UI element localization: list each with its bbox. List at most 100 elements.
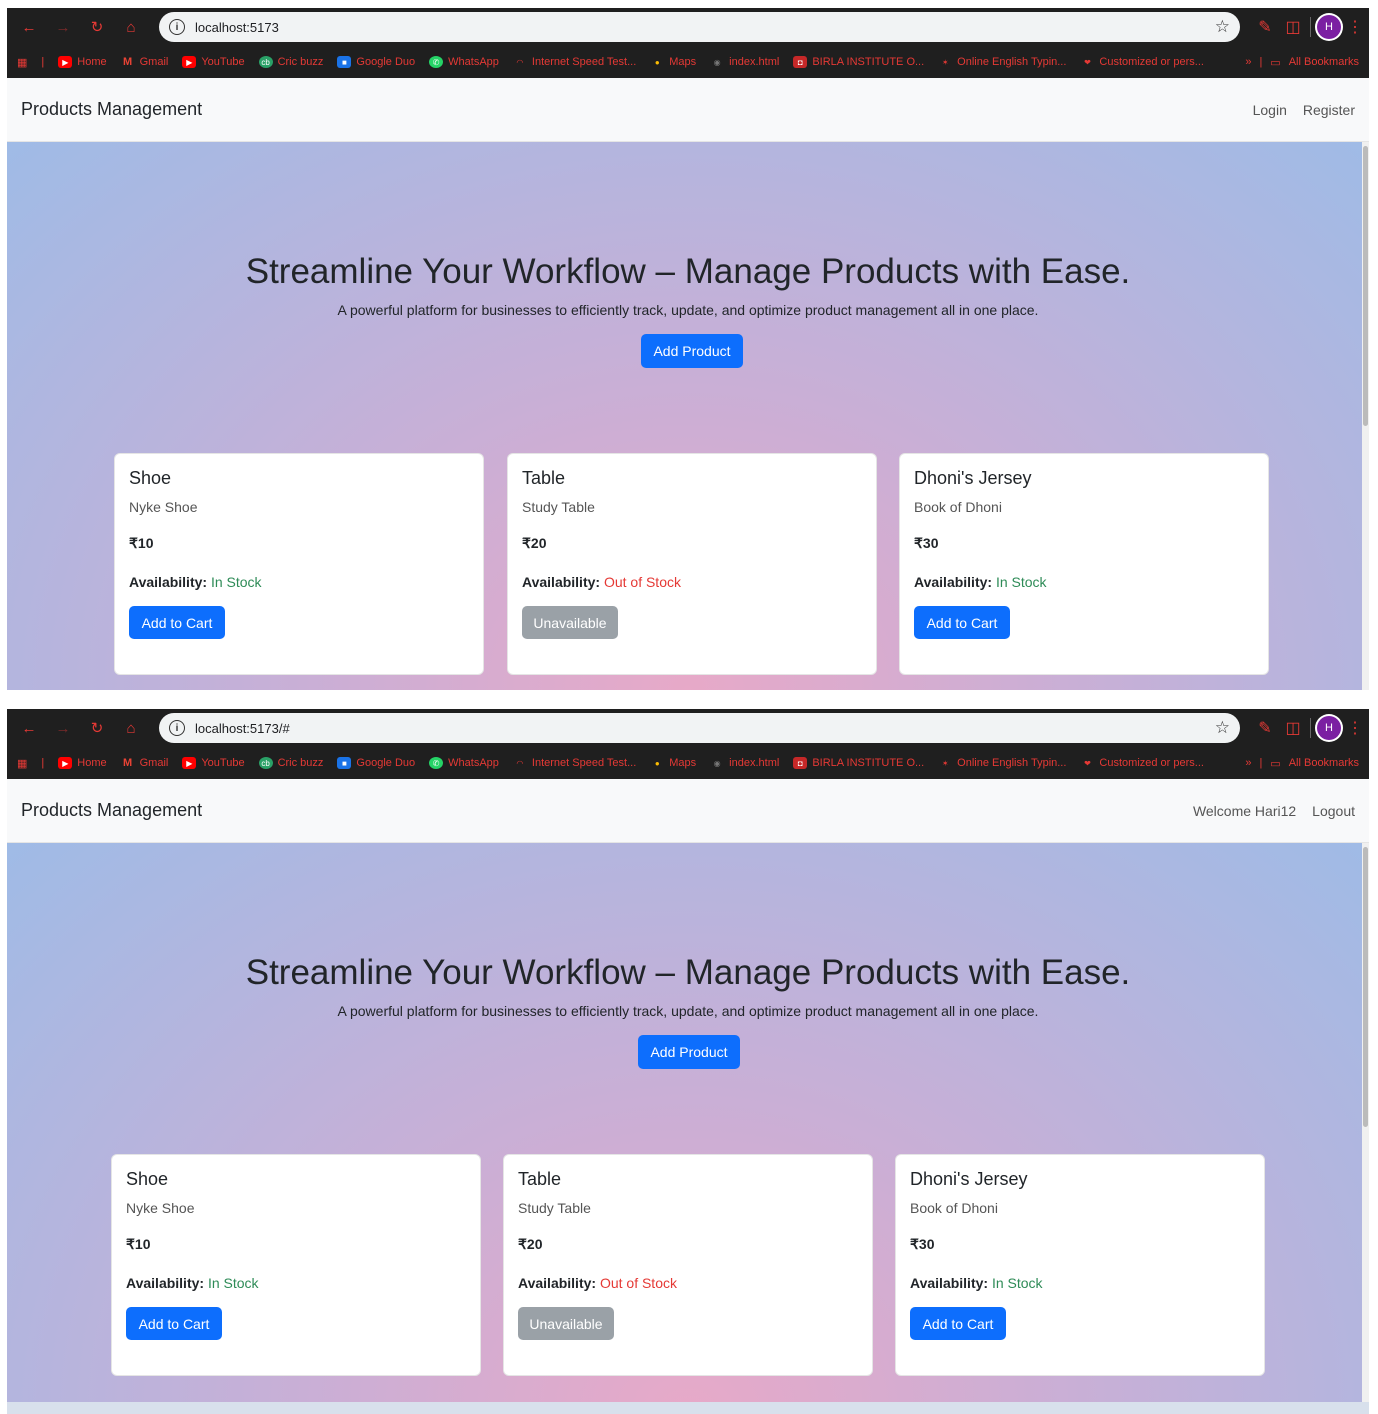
bookmark-home[interactable]: ▶ Home [58,56,107,68]
login-link[interactable]: Login [1253,102,1287,118]
bookmark-index[interactable]: ◉ index.html [710,757,780,769]
hero-section: Streamline Your Workflow – Manage Produc… [7,843,1369,1414]
availability-label: Availability: [522,574,601,590]
register-link[interactable]: Register [1303,102,1355,118]
bookmark-divider: | [41,56,45,68]
bookmark-index[interactable]: ◉ index.html [710,56,780,68]
product-availability: Availability: In Stock [129,574,469,590]
brand[interactable]: Products Management [21,99,202,120]
availability-label: Availability: [126,1275,205,1291]
add-to-cart-button[interactable]: Add to Cart [914,606,1010,639]
bookmark-maps[interactable]: ● Maps [650,757,696,769]
url-text[interactable]: localhost:5173/# [195,721,1205,736]
product-card: Dhoni's Jersey Book of Dhoni ₹30 Availab… [895,1154,1265,1376]
more-bookmarks-icon[interactable]: » [1245,757,1251,769]
bookmark-speedtest[interactable]: ◠ Internet Speed Test... [513,757,636,769]
extensions-icon[interactable]: ◫ [1282,718,1304,738]
forward-icon[interactable]: → [49,714,77,742]
bookmark-whatsapp[interactable]: ✆ WhatsApp [429,56,499,68]
home-icon[interactable]: ⌂ [117,714,145,742]
brand[interactable]: Products Management [21,800,202,821]
bookmark-youtube[interactable]: ▶ YouTube [182,56,245,68]
bookmark-gmail[interactable]: M Gmail [121,757,168,769]
site-info-icon[interactable]: i [169,19,185,35]
back-icon[interactable]: ← [15,13,43,41]
scrollbar-thumb[interactable] [1363,847,1368,1127]
toolbar-divider [1310,17,1311,37]
add-product-button[interactable]: Add Product [641,334,743,368]
more-bookmarks-icon[interactable]: » [1245,56,1251,68]
bookmark-birla[interactable]: ◘ BIRLA INSTITUTE O... [793,757,924,769]
bookmark-typing[interactable]: ✶ Online English Typin... [938,757,1067,769]
bookmark-birla[interactable]: ◘ BIRLA INSTITUTE O... [793,56,924,68]
whatsapp-icon: ✆ [429,56,444,68]
app-navbar: Products Management Welcome Hari12 Logou… [7,779,1369,843]
add-to-cart-button[interactable]: Add to Cart [129,606,225,639]
reload-icon[interactable]: ↻ [83,13,111,41]
unavailable-button: Unavailable [522,606,618,639]
bookmark-speedtest[interactable]: ◠ Internet Speed Test... [513,56,636,68]
home-icon[interactable]: ⌂ [117,13,145,41]
profile-avatar[interactable]: H [1317,716,1341,740]
add-to-cart-button[interactable]: Add to Cart [126,1307,222,1340]
map-pin-icon: ● [654,57,660,67]
gmail-icon: M [123,757,133,769]
bookmark-maps[interactable]: ● Maps [650,56,696,68]
welcome-text: Welcome Hari12 [1192,802,1297,819]
logout-link[interactable]: Logout [1312,803,1355,819]
bookmark-divider: | [1259,56,1263,68]
nav-links: Login Register [1253,102,1355,118]
apps-grid-icon[interactable]: ▦ [17,757,27,770]
extensions-icon[interactable]: ◫ [1282,17,1304,37]
add-to-cart-button[interactable]: Add to Cart [910,1307,1006,1340]
pen-extension-icon[interactable]: ✎ [1254,17,1276,37]
hero-subtitle: A powerful platform for businesses to ef… [337,1003,1039,1019]
bookmark-whatsapp[interactable]: ✆ WhatsApp [429,757,499,769]
address-bar[interactable]: i localhost:5173/# ☆ [159,713,1240,743]
url-text[interactable]: localhost:5173 [195,20,1205,35]
pen-extension-icon[interactable]: ✎ [1254,718,1276,738]
forward-icon[interactable]: → [49,13,77,41]
all-bookmarks[interactable]: All Bookmarks [1289,56,1359,68]
youtube-icon: ▶ [182,56,197,68]
bookmark-customized[interactable]: ❤ Customized or pers... [1080,56,1204,68]
site-info-icon[interactable]: i [169,720,185,736]
scrollbar-thumb[interactable] [1363,146,1368,426]
bookmark-google-duo[interactable]: ■ Google Duo [337,757,415,769]
globe-icon: ◉ [713,758,721,768]
bookmark-gmail[interactable]: M Gmail [121,56,168,68]
all-bookmarks[interactable]: All Bookmarks [1289,757,1359,769]
profile-avatar[interactable]: H [1317,15,1341,39]
bookmark-star-icon[interactable]: ☆ [1215,17,1230,37]
product-price: ₹20 [522,535,547,551]
product-price: ₹30 [914,535,939,551]
cricbuzz-icon: cb [258,56,273,68]
availability-status: In Stock [210,574,262,590]
app-navbar: Products Management Login Register [7,78,1369,142]
youtube-icon: ▶ [58,757,73,769]
reload-icon[interactable]: ↻ [83,714,111,742]
birla-icon: ◘ [793,757,808,769]
back-icon[interactable]: ← [15,714,43,742]
screenshot-logged-out: ← → ↻ ⌂ i localhost:5173 ☆ ✎ ◫ H ⋮ ▦ | ▶… [7,8,1369,690]
address-bar[interactable]: i localhost:5173 ☆ [159,12,1240,42]
product-availability: Availability: In Stock [126,1275,466,1291]
page-scrollbar[interactable] [1362,142,1369,690]
birla-icon: ◘ [793,56,808,68]
bookmark-home[interactable]: ▶ Home [58,757,107,769]
menu-kebab-icon[interactable]: ⋮ [1347,17,1363,37]
bookmark-cricbuzz[interactable]: cb Cric buzz [258,757,323,769]
bookmark-star-icon[interactable]: ☆ [1215,718,1230,738]
apps-grid-icon[interactable]: ▦ [17,56,27,69]
page-scrollbar[interactable] [1362,843,1369,1414]
bookmark-google-duo[interactable]: ■ Google Duo [337,56,415,68]
bookmark-cricbuzz[interactable]: cb Cric buzz [258,56,323,68]
menu-kebab-icon[interactable]: ⋮ [1347,718,1363,738]
hero-section: Streamline Your Workflow – Manage Produc… [7,142,1369,690]
bookmark-typing[interactable]: ✶ Online English Typin... [938,56,1067,68]
bookmark-youtube[interactable]: ▶ YouTube [182,757,245,769]
add-product-button[interactable]: Add Product [638,1035,740,1069]
bookmark-customized[interactable]: ❤ Customized or pers... [1080,757,1204,769]
speed-icon: ◠ [516,57,524,67]
availability-label: Availability: [914,574,993,590]
